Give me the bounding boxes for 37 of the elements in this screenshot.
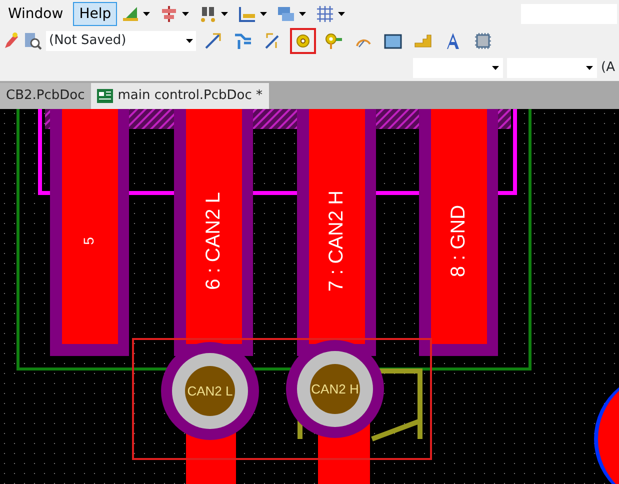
chip-icon[interactable] [474,32,492,50]
caret-icon[interactable] [492,66,500,70]
document-tab[interactable]: main control.PcbDoc * [90,83,269,109]
caret-icon[interactable] [586,66,594,70]
via-label: CAN2 L [187,383,233,398]
menu-item[interactable]: Window [2,2,70,26]
diff-pair-icon[interactable] [234,32,252,50]
pad-label: 5 [80,237,97,245]
dropdown-field[interactable] [507,58,598,78]
text-icon[interactable] [444,32,462,50]
magnifier-icon[interactable] [24,32,42,50]
caret-icon[interactable] [182,12,190,16]
align-icon[interactable] [160,4,178,22]
caret-icon[interactable] [338,12,346,16]
menu-item[interactable]: Help [73,2,118,26]
pad-icon[interactable] [294,32,312,50]
caret-icon[interactable] [186,38,193,42]
binoculars-icon[interactable] [199,4,218,22]
caret-icon[interactable] [299,12,306,16]
via-icon[interactable] [324,32,342,50]
pad-label: 8 : GND [447,204,470,278]
caret-icon[interactable] [260,12,268,16]
caret-icon[interactable] [221,12,228,16]
pencil-icon[interactable] [2,32,20,50]
caret-icon[interactable] [143,12,150,16]
dropdown-field[interactable] [413,58,504,78]
route-icon[interactable] [204,32,222,50]
pad-label: 6 : CAN2 L [202,192,224,290]
document-tab[interactable]: CB2.PcbDoc [0,83,91,109]
config-combo[interactable]: (Not Saved) [46,30,196,50]
toolbar-text: (A [601,58,615,77]
via-label: CAN2 H [311,381,359,396]
grid-icon[interactable] [316,4,334,22]
rectangle-icon[interactable] [384,32,402,50]
pad-label: 7 : CAN2 H [325,190,348,292]
pcb-icon [96,89,113,103]
dimension-icon[interactable] [238,4,256,22]
